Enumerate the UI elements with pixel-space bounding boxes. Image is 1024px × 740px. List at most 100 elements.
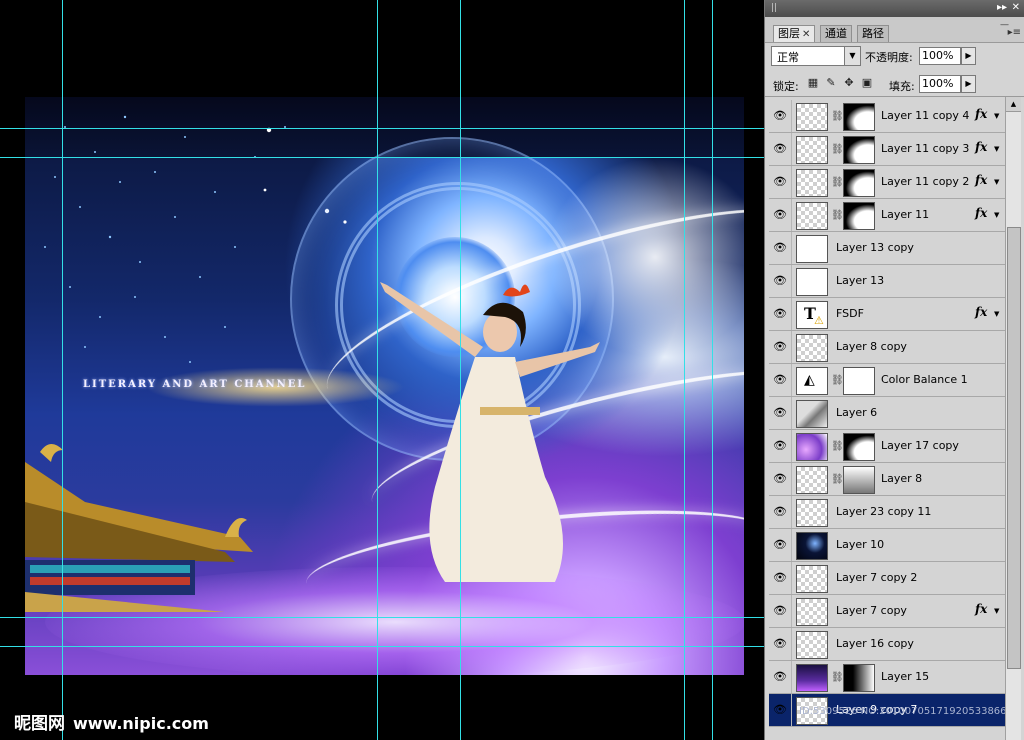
layer-row[interactable]: 👁 Layer 23 copy 11 <box>769 496 1005 529</box>
opacity-input[interactable]: 100% <box>919 47 961 65</box>
layer-name[interactable]: Layer 7 copy <box>836 604 907 617</box>
layer-name[interactable]: Layer 13 <box>836 274 884 287</box>
visibility-toggle[interactable]: 👁 <box>769 331 792 363</box>
guide-vertical[interactable] <box>684 0 685 740</box>
layer-thumbnail[interactable] <box>796 499 828 527</box>
layer-name[interactable]: Layer 11 copy 2 <box>881 175 969 188</box>
scrollbar-thumb[interactable] <box>1007 227 1021 669</box>
visibility-toggle[interactable]: 👁 <box>769 694 792 726</box>
visibility-toggle[interactable]: 👁 <box>769 661 792 693</box>
layer-thumbnail[interactable] <box>796 103 828 131</box>
visibility-toggle[interactable]: 👁 <box>769 298 792 330</box>
layer-name[interactable]: Layer 7 copy 2 <box>836 571 917 584</box>
layer-name[interactable]: Layer 16 copy <box>836 637 914 650</box>
eye-icon[interactable]: 👁 <box>773 307 787 321</box>
tab-layers[interactable]: 图层 ✕ <box>773 25 816 42</box>
fill-arrow-icon[interactable]: ▶ <box>961 75 976 93</box>
layer-row[interactable]: 👁 ⛓ Layer 11 copy 3 fx ▼ <box>769 133 1005 166</box>
eye-icon[interactable]: 👁 <box>773 109 787 123</box>
layer-name[interactable]: Layer 11 copy 4 <box>881 109 969 122</box>
layer-thumbnail[interactable] <box>796 664 828 692</box>
layer-mask-thumbnail[interactable] <box>843 169 875 197</box>
layer-thumbnail[interactable] <box>796 466 828 494</box>
panel-close-icon[interactable]: ✕ <box>1012 2 1020 14</box>
layer-name[interactable]: Layer 6 <box>836 406 877 419</box>
layer-row[interactable]: 👁 ⛓ Layer 17 copy <box>769 430 1005 463</box>
lock-all-icon[interactable]: ▣ <box>861 77 873 89</box>
layer-thumbnail[interactable] <box>796 598 828 626</box>
layer-mask-thumbnail[interactable] <box>843 433 875 461</box>
layer-name[interactable]: Layer 8 copy <box>836 340 907 353</box>
layer-row[interactable]: 👁 Layer 13 copy <box>769 232 1005 265</box>
guide-vertical[interactable] <box>460 0 461 740</box>
layer-thumbnail[interactable] <box>796 136 828 164</box>
eye-icon[interactable]: 👁 <box>773 670 787 684</box>
layer-name[interactable]: Layer 11 <box>881 208 929 221</box>
effects-expand-icon[interactable]: ▼ <box>994 607 999 615</box>
lock-move-icon[interactable]: ✥ <box>843 77 855 89</box>
layer-row[interactable]: 👁 Layer 7 copy 2 <box>769 562 1005 595</box>
link-icon[interactable]: ⛓ <box>831 474 844 485</box>
layer-mask-thumbnail[interactable] <box>843 466 875 494</box>
opacity-arrow-icon[interactable]: ▶ <box>961 47 976 65</box>
layer-row[interactable]: 👁 Layer 8 copy <box>769 331 1005 364</box>
guide-vertical[interactable] <box>377 0 378 740</box>
blend-mode-select[interactable]: 正常 ▼ <box>771 46 861 66</box>
layer-name[interactable]: Layer 13 copy <box>836 241 914 254</box>
visibility-toggle[interactable]: 👁 <box>769 496 792 528</box>
panel-menu-icon[interactable]: ▸≡ <box>1008 27 1021 38</box>
layer-effects-icon[interactable]: fx <box>975 206 987 220</box>
visibility-toggle[interactable]: 👁 <box>769 430 792 462</box>
guide-horizontal[interactable] <box>0 157 764 158</box>
eye-icon[interactable]: 👁 <box>773 703 787 717</box>
layer-list-scrollbar[interactable]: ▲ <box>1005 97 1021 740</box>
lock-paint-icon[interactable]: ✎ <box>825 77 837 89</box>
layer-thumbnail[interactable]: ◭ <box>796 367 828 395</box>
eye-icon[interactable]: 👁 <box>773 373 787 387</box>
layer-name[interactable]: Layer 23 copy 11 <box>836 505 931 518</box>
layer-mask-thumbnail[interactable] <box>843 136 875 164</box>
scroll-up-icon[interactable]: ▲ <box>1006 97 1021 112</box>
eye-icon[interactable]: 👁 <box>773 637 787 651</box>
layer-row[interactable]: 👁 ⛓ Layer 8 <box>769 463 1005 496</box>
link-icon[interactable]: ⛓ <box>831 672 844 683</box>
layer-row[interactable]: 👁 Layer 16 copy <box>769 628 1005 661</box>
eye-icon[interactable]: 👁 <box>773 571 787 585</box>
eye-icon[interactable]: 👁 <box>773 439 787 453</box>
effects-expand-icon[interactable]: ▼ <box>994 211 999 219</box>
panel-collapse-icon[interactable]: ▸▸ <box>997 2 1007 14</box>
layer-mask-thumbnail[interactable] <box>843 103 875 131</box>
layer-name[interactable]: Layer 17 copy <box>881 439 959 452</box>
visibility-toggle[interactable]: 👁 <box>769 364 792 396</box>
layer-row[interactable]: 👁 T ⚠ FSDF fx ▼ <box>769 298 1005 331</box>
tab-paths[interactable]: 路径 <box>857 25 889 42</box>
layer-thumbnail[interactable]: T ⚠ <box>796 301 828 329</box>
panel-title-bar[interactable]: || ▸▸ ✕ <box>765 0 1024 17</box>
layer-name[interactable]: Layer 11 copy 3 <box>881 142 969 155</box>
layer-effects-icon[interactable]: fx <box>975 173 987 187</box>
layer-thumbnail[interactable] <box>796 400 828 428</box>
guide-horizontal[interactable] <box>0 128 764 129</box>
effects-expand-icon[interactable]: ▼ <box>994 145 999 153</box>
visibility-toggle[interactable]: 👁 <box>769 463 792 495</box>
layer-row[interactable]: 👁 ◭ ⛓ Color Balance 1 <box>769 364 1005 397</box>
tab-close-icon[interactable]: ✕ <box>802 29 810 40</box>
layer-row[interactable]: 👁 ⛓ Layer 11 copy 2 fx ▼ <box>769 166 1005 199</box>
layer-row[interactable]: 👁 ⛓ Layer 11 copy 4 fx ▼ <box>769 100 1005 133</box>
eye-icon[interactable]: 👁 <box>773 208 787 222</box>
panel-grip-icon[interactable]: || <box>771 3 777 13</box>
layer-thumbnail[interactable] <box>796 334 828 362</box>
visibility-toggle[interactable]: 👁 <box>769 529 792 561</box>
effects-expand-icon[interactable]: ▼ <box>994 178 999 186</box>
visibility-toggle[interactable]: 👁 <box>769 232 792 264</box>
effects-expand-icon[interactable]: ▼ <box>994 310 999 318</box>
eye-icon[interactable]: 👁 <box>773 274 787 288</box>
eye-icon[interactable]: 👁 <box>773 505 787 519</box>
layer-effects-icon[interactable]: fx <box>975 602 987 616</box>
layer-thumbnail[interactable] <box>796 202 828 230</box>
layer-row[interactable]: 👁 Layer 13 <box>769 265 1005 298</box>
layer-row[interactable]: 👁 Layer 10 <box>769 529 1005 562</box>
eye-icon[interactable]: 👁 <box>773 241 787 255</box>
link-icon[interactable]: ⛓ <box>831 441 844 452</box>
layer-row[interactable]: 👁 Layer 7 copy fx ▼ <box>769 595 1005 628</box>
